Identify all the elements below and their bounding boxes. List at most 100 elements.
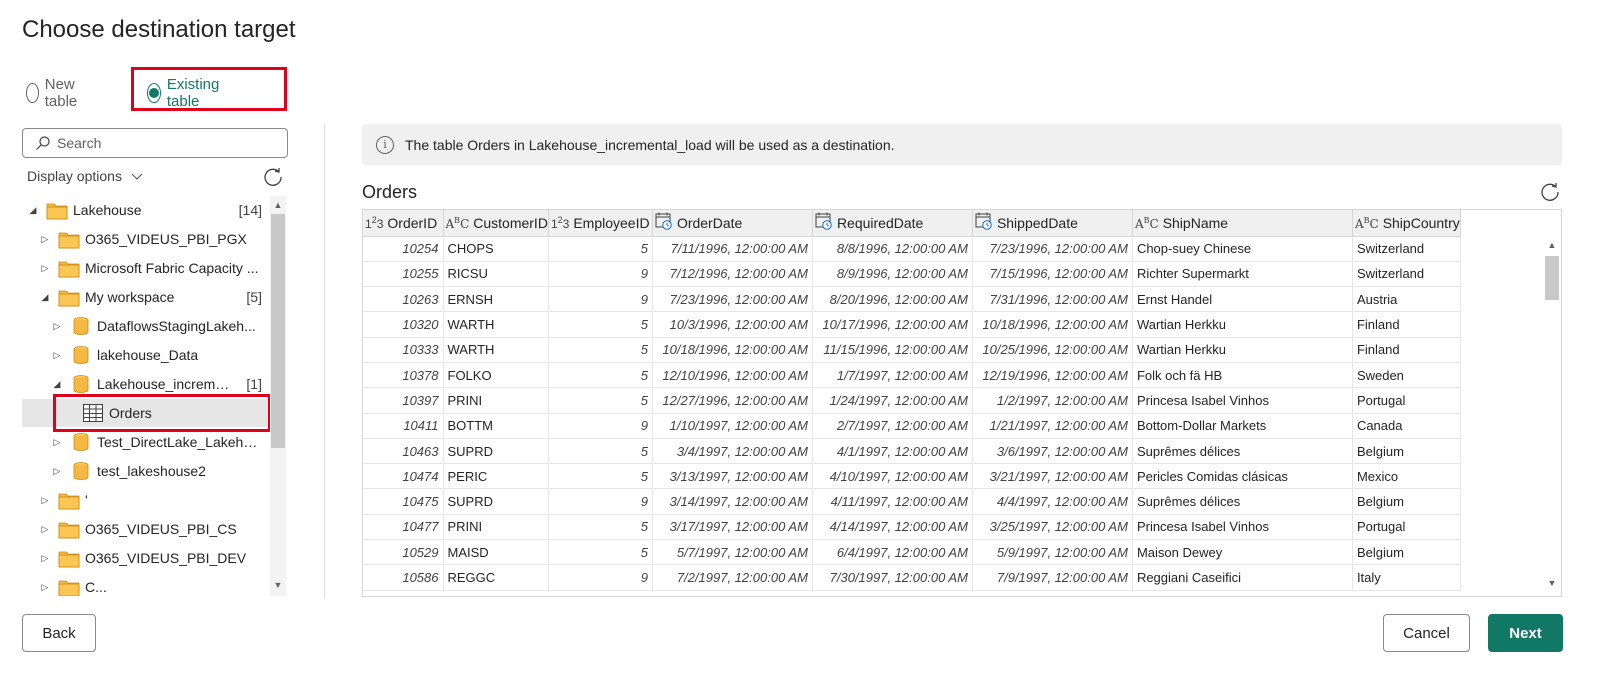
folder-icon: [58, 490, 80, 510]
table-cell: Folk och fä HB: [1132, 362, 1353, 389]
radio-circle-checked[interactable]: [147, 83, 161, 103]
existing-table-radio[interactable]: Existing table: [147, 76, 226, 110]
column-header[interactable]: ShippedDate: [972, 210, 1133, 237]
lakehouse-icon: [70, 461, 92, 481]
table-cell: PERIC: [443, 463, 549, 490]
scrollbar-thumb[interactable]: [1545, 256, 1559, 300]
expand-caret-icon[interactable]: ▷: [39, 262, 51, 274]
refresh-icon[interactable]: [1539, 181, 1561, 203]
table-cell: 4/11/1997, 12:00:00 AM: [812, 488, 973, 515]
expand-caret-icon[interactable]: ▷: [39, 494, 51, 506]
expand-caret-icon[interactable]: ▷: [51, 436, 63, 448]
expand-caret-icon[interactable]: ▷: [51, 320, 63, 332]
tree-item[interactable]: ▷ Microsoft Fabric Capacity ...: [22, 254, 268, 282]
expand-caret-icon[interactable]: ▷: [51, 349, 63, 361]
table-cell: Canada: [1352, 413, 1461, 439]
existing-table-label[interactable]: Existing table: [167, 76, 226, 110]
table-cell: 10411: [363, 413, 444, 439]
table-cell: 10263: [363, 286, 444, 313]
collapse-caret-icon[interactable]: ◢: [39, 291, 51, 303]
column-header[interactable]: RequiredDate: [812, 210, 973, 237]
table-cell: FOLKO: [443, 362, 549, 389]
refresh-icon[interactable]: [262, 166, 284, 188]
table-cell: 12/27/1996, 12:00:00 AM: [652, 387, 813, 414]
datetime-type-icon: [975, 212, 997, 233]
radio-circle[interactable]: [26, 83, 39, 103]
scroll-down-arrow-icon[interactable]: ▼: [1547, 578, 1557, 588]
table-cell: 10/18/1996, 12:00:00 AM: [972, 311, 1133, 338]
folder-icon: [58, 548, 80, 568]
table-cell: Mexico: [1352, 463, 1461, 490]
preview-scrollbar[interactable]: ▲ ▼: [1543, 236, 1561, 594]
table-cell: 1/24/1997, 12:00:00 AM: [812, 387, 973, 414]
table-cell: Belgium: [1352, 438, 1461, 465]
expand-caret-icon[interactable]: ▷: [39, 523, 51, 535]
table-cell: 10463: [363, 438, 444, 465]
column-header[interactable]: 123 OrderID: [363, 210, 444, 237]
collapse-caret-icon[interactable]: ◢: [51, 378, 63, 390]
tree-item[interactable]: ▷ lakehouse_Data: [22, 341, 268, 369]
tree-item[interactable]: ▷ O365_VIDEUS_PBI_PGX: [22, 225, 268, 253]
table-row: 10255 RICSU 9 7/12/1996, 12:00:00 AM 8/9/199…: [363, 261, 1461, 288]
table-row: 10333 WARTH 5 10/18/1996, 12:00:00 AM 11/15/…: [363, 337, 1461, 363]
display-options-dropdown[interactable]: Display options: [27, 168, 144, 184]
table-cell: Wartian Herkku: [1132, 311, 1353, 338]
table-cell: 3/13/1997, 12:00:00 AM: [652, 463, 813, 490]
new-table-radio[interactable]: New table: [26, 76, 85, 110]
scroll-up-arrow-icon[interactable]: ▲: [1547, 240, 1557, 250]
tree-item[interactable]: ▷ test_lakeshouse2: [22, 457, 268, 485]
table-cell: Princesa Isabel Vinhos: [1132, 387, 1353, 414]
table-cell: 4/1/1997, 12:00:00 AM: [812, 438, 973, 465]
tree-item[interactable]: ▷ ': [22, 486, 268, 514]
expand-caret-icon[interactable]: ▷: [51, 465, 63, 477]
table-cell: 8/8/1996, 12:00:00 AM: [812, 236, 973, 262]
collapse-caret-icon[interactable]: ◢: [27, 204, 39, 216]
table-cell: Chop-suey Chinese: [1132, 236, 1353, 262]
expand-caret-icon[interactable]: ▷: [39, 552, 51, 564]
back-button[interactable]: Back: [22, 614, 96, 652]
column-header[interactable]: ABC ShipCountry: [1352, 210, 1461, 237]
tree-item[interactable]: ▷ Test_DirectLake_Lakeho...: [22, 428, 268, 456]
tree-item[interactable]: ◢ Lakehouse_increme... [1]: [22, 370, 268, 398]
table-cell: 9: [548, 286, 653, 313]
column-header[interactable]: ABC CustomerID: [443, 210, 549, 237]
column-header[interactable]: ABC ShipName: [1132, 210, 1353, 237]
table-cell: 3/25/1997, 12:00:00 AM: [972, 514, 1133, 541]
table-cell: SUPRD: [443, 438, 549, 465]
scroll-up-arrow-icon[interactable]: ▲: [273, 200, 283, 210]
column-header[interactable]: OrderDate: [652, 210, 813, 237]
tree-item[interactable]: ◢ Lakehouse [14]: [22, 196, 268, 224]
table-cell: 9: [548, 488, 653, 515]
search-input[interactable]: [57, 135, 257, 151]
table-cell: Bottom-Dollar Markets: [1132, 413, 1353, 439]
tree-item[interactable]: ▷ DataflowsStagingLakeh...: [22, 312, 268, 340]
navigator-scrollbar[interactable]: ▲ ▼: [270, 196, 286, 596]
table-icon: [82, 403, 104, 423]
cancel-button[interactable]: Cancel: [1383, 614, 1470, 652]
scrollbar-thumb[interactable]: [271, 214, 285, 448]
next-button[interactable]: Next: [1488, 614, 1563, 652]
search-field[interactable]: [22, 128, 288, 158]
scroll-down-arrow-icon[interactable]: ▼: [273, 580, 283, 590]
table-cell: WARTH: [443, 311, 549, 338]
table-row: 10474 PERIC 5 3/13/1997, 12:00:00 AM 4/10/19…: [363, 463, 1461, 490]
new-table-label[interactable]: New table: [45, 76, 85, 110]
expand-caret-icon[interactable]: ▷: [39, 581, 51, 593]
tree-item-label: My workspace: [85, 289, 175, 305]
table-cell: 4/4/1997, 12:00:00 AM: [972, 488, 1133, 515]
tree-item[interactable]: ▷ O365_VIDEUS_PBI_CS: [22, 515, 268, 543]
tree-item-label: ': [85, 492, 88, 508]
tree-item[interactable]: ◢ My workspace [5]: [22, 283, 268, 311]
table-cell: 10254: [363, 236, 444, 262]
number-type-icon: 123: [550, 214, 570, 231]
tree-item[interactable]: ▷ O365_VIDEUS_PBI_DEV: [22, 544, 268, 572]
tree-item-label: lakehouse_Data: [97, 347, 199, 363]
table-cell: 5: [548, 514, 653, 541]
folder-icon: [46, 200, 68, 220]
lakehouse-icon: [70, 374, 92, 394]
tree-item[interactable]: Orders: [22, 399, 268, 427]
column-header[interactable]: 123 EmployeeID: [548, 210, 653, 237]
expand-caret-icon[interactable]: ▷: [39, 233, 51, 245]
tree-item[interactable]: ▷ C...: [22, 573, 268, 596]
table-cell: Switzerland: [1352, 236, 1461, 262]
